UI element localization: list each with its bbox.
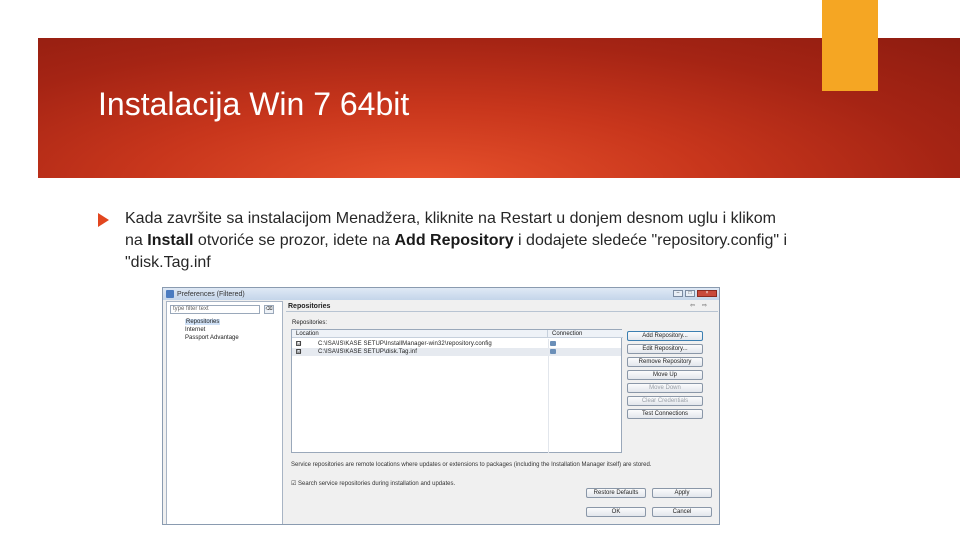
maximize-icon[interactable]: □ (685, 290, 695, 297)
connection-icon (550, 341, 556, 346)
slide-title: Instalacija Win 7 64bit (98, 86, 410, 122)
table-row[interactable]: ☑ C:\ISA\IS\KASE SETUP\disk.Tag.inf (292, 348, 621, 356)
restore-defaults-button[interactable]: Restore Defaults (586, 488, 646, 498)
column-header-location[interactable]: Location (292, 330, 548, 338)
preferences-tree-pane: type filter text ⌫ Repositories Internet… (166, 301, 283, 524)
row-checkbox[interactable]: ☑ (296, 341, 301, 347)
preferences-dialog-screenshot: Preferences (Filtered) – □ × type filter… (162, 287, 720, 525)
bullet-text-2: otvoriće se prozor, idete na (193, 232, 395, 249)
cancel-button[interactable]: Cancel (652, 507, 712, 517)
forward-icon[interactable]: ⇨ (702, 302, 707, 309)
connection-icon (550, 349, 556, 354)
filter-input[interactable]: type filter text (170, 305, 260, 314)
edit-repository-button[interactable]: Edit Repository... (627, 344, 703, 354)
bullet-arrow-icon (98, 213, 109, 227)
tree-item-internet[interactable]: Internet (185, 327, 205, 333)
table-row[interactable]: ☑ C:\ISA\IS\KASE SETUP\InstallManager-wi… (292, 340, 621, 348)
close-icon[interactable]: × (697, 290, 717, 297)
minimize-icon[interactable]: – (673, 290, 683, 297)
bullet-bold-add-repository: Add Repository (394, 232, 514, 249)
clear-filter-icon[interactable]: ⌫ (264, 305, 274, 314)
repositories-note: Service repositories are remote location… (291, 462, 652, 468)
tree-item-passport-advantage[interactable]: Passport Advantage (185, 335, 239, 341)
move-down-button[interactable]: Move Down (627, 383, 703, 393)
accent-bar (822, 0, 878, 91)
column-header-connection[interactable]: Connection (548, 330, 623, 338)
row-checkbox[interactable]: ☑ (296, 349, 301, 355)
row-location: C:\ISA\IS\KASE SETUP\InstallManager-win3… (318, 341, 492, 347)
add-repository-button[interactable]: Add Repository... (627, 331, 703, 341)
dialog-title: Preferences (Filtered) (177, 291, 245, 298)
repositories-pane: Repositories ⇦ ⇨ Repositories: Location … (286, 301, 718, 523)
bullet-bold-install: Install (147, 232, 194, 249)
clear-credentials-button[interactable]: Clear Credentials (627, 396, 703, 406)
apply-button[interactable]: Apply (652, 488, 712, 498)
repositories-label: Repositories: (292, 320, 328, 326)
tree-item-repositories[interactable]: Repositories (185, 319, 221, 325)
repositories-table: Location Connection ☑ C:\ISA\IS\KASE SET… (291, 329, 623, 453)
dialog-titlebar: Preferences (Filtered) – □ × (163, 288, 719, 300)
pane-title: Repositories (286, 301, 718, 312)
search-service-repositories-checkbox[interactable]: ☑ Search service repositories during ins… (291, 480, 455, 487)
ok-button[interactable]: OK (586, 507, 646, 517)
remove-repository-button[interactable]: Remove Repository (627, 357, 703, 367)
bullet-text: Kada završite sa instalacijom Menadžera,… (125, 208, 788, 274)
app-icon (166, 290, 174, 298)
bullet-paragraph: Kada završite sa instalacijom Menadžera,… (98, 208, 788, 274)
column-divider (548, 339, 549, 453)
test-connections-button[interactable]: Test Connections (627, 409, 703, 419)
back-icon[interactable]: ⇦ (690, 302, 695, 309)
move-up-button[interactable]: Move Up (627, 370, 703, 380)
row-location: C:\ISA\IS\KASE SETUP\disk.Tag.inf (318, 349, 418, 355)
